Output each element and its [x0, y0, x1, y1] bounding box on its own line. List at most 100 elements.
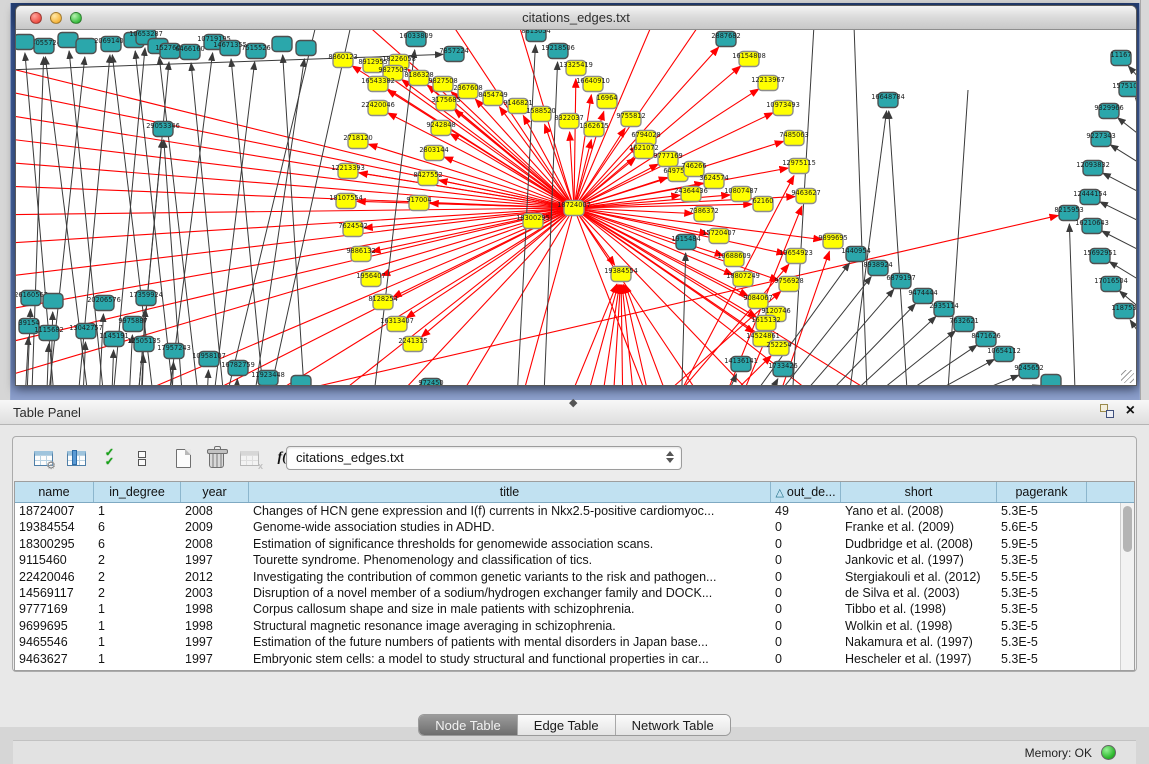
column-header[interactable]: name — [15, 482, 94, 502]
table-cell[interactable]: Yano et al. (2008) — [841, 503, 997, 519]
column-header[interactable]: year — [181, 482, 249, 502]
column-header[interactable]: title — [249, 482, 771, 502]
select-all-columns-icon[interactable]: ✓✓ — [97, 447, 121, 469]
table-row[interactable]: 969969511998Structural magnetic resonanc… — [15, 618, 1120, 634]
table-cell[interactable]: 5.3E-5 — [997, 503, 1087, 519]
table-cell[interactable]: 9699695 — [15, 618, 94, 634]
table-cell[interactable]: 14569117 — [15, 585, 94, 601]
table-row[interactable]: 2242004622012Investigating the contribut… — [15, 569, 1120, 585]
graph-node[interactable] — [296, 41, 316, 56]
table-row[interactable]: 1830029562008Estimation of significance … — [15, 536, 1120, 552]
table-cell[interactable]: 2009 — [181, 519, 249, 535]
table-cell[interactable]: 5.3E-5 — [997, 585, 1087, 601]
table-cell[interactable]: Corpus callosum shape and size in male p… — [249, 601, 771, 617]
delete-trash-icon[interactable] — [204, 447, 228, 469]
table-cell[interactable]: 6 — [94, 519, 181, 535]
graph-node[interactable] — [291, 376, 311, 386]
table-header-row[interactable]: namein_degreeyeartitle△out_de...shortpag… — [15, 482, 1134, 503]
row-options-icon[interactable] — [130, 447, 154, 469]
table-cell[interactable]: 0 — [771, 651, 841, 667]
table-cell[interactable]: 2 — [94, 569, 181, 585]
table-cell[interactable]: 2 — [94, 585, 181, 601]
table-cell[interactable]: Nakamura et al. (1997) — [841, 634, 997, 650]
table-row[interactable]: 911546021997Tourette syndrome. Phenomeno… — [15, 552, 1120, 568]
table-cell[interactable]: 22420046 — [15, 569, 94, 585]
table-cell[interactable]: 1 — [94, 503, 181, 519]
table-cell[interactable]: 0 — [771, 618, 841, 634]
window-titlebar[interactable]: citations_edges.txt — [16, 6, 1136, 30]
table-cell[interactable]: 0 — [771, 585, 841, 601]
table-cell[interactable]: Changes of HCN gene expression and I(f) … — [249, 503, 771, 519]
table-cell[interactable]: Tibbo et al. (1998) — [841, 601, 997, 617]
table-cell[interactable]: 0 — [771, 519, 841, 535]
table-cell[interactable]: 1 — [94, 601, 181, 617]
graph-node[interactable] — [272, 37, 292, 52]
graph-node[interactable] — [43, 294, 63, 309]
table-cell[interactable]: 2008 — [181, 536, 249, 552]
table-cell[interactable]: 9465546 — [15, 634, 94, 650]
table-cell[interactable]: 2008 — [181, 503, 249, 519]
table-cell[interactable]: Embryonic stem cells: a model to study s… — [249, 651, 771, 667]
table-cell[interactable]: Estimation of significance thresholds fo… — [249, 536, 771, 552]
table-cell[interactable]: 1997 — [181, 651, 249, 667]
table-cell[interactable]: 18724007 — [15, 503, 94, 519]
table-cell[interactable]: 0 — [771, 552, 841, 568]
table-cell[interactable]: Franke et al. (2009) — [841, 519, 997, 535]
node-table[interactable]: namein_degreeyeartitle△out_de...shortpag… — [14, 481, 1135, 671]
table-cell[interactable]: 2 — [94, 552, 181, 568]
network-canvas[interactable]: 2405572420691406106532871527602646616010… — [16, 30, 1136, 385]
table-cell[interactable]: 6 — [94, 536, 181, 552]
table-cell[interactable]: 1 — [94, 634, 181, 650]
table-cell[interactable]: 5.3E-5 — [997, 552, 1087, 568]
table-cell[interactable]: 1 — [94, 618, 181, 634]
table-cell[interactable]: Investigating the contribution of common… — [249, 569, 771, 585]
table-body[interactable]: 1872400712008Changes of HCN gene express… — [15, 503, 1120, 670]
table-scrollbar[interactable] — [1120, 503, 1134, 670]
table-row[interactable]: 1872400712008Changes of HCN gene express… — [15, 503, 1120, 519]
table-cell[interactable]: 1998 — [181, 601, 249, 617]
table-scrollbar-thumb[interactable] — [1123, 506, 1132, 552]
resize-grip-icon[interactable] — [1121, 370, 1134, 383]
table-cell[interactable]: 18300295 — [15, 536, 94, 552]
table-cell[interactable]: 1998 — [181, 618, 249, 634]
table-cell[interactable]: 19384554 — [15, 519, 94, 535]
float-window-icon[interactable] — [1100, 404, 1114, 418]
network-table-select[interactable]: citations_edges.txt — [286, 446, 682, 470]
table-cell[interactable]: 9463627 — [15, 651, 94, 667]
table-cell[interactable]: 5.5E-5 — [997, 569, 1087, 585]
table-cell[interactable]: 0 — [771, 634, 841, 650]
table-cell[interactable]: 5.3E-5 — [997, 651, 1087, 667]
tab-node-table[interactable]: Node Table — [419, 715, 518, 735]
tab-edge-table[interactable]: Edge Table — [518, 715, 616, 735]
table-row[interactable]: 1456911722003Disruption of a novel membe… — [15, 585, 1120, 601]
table-cell[interactable]: Hescheler et al. (1997) — [841, 651, 997, 667]
graph-node[interactable] — [16, 35, 34, 50]
table-cell[interactable]: 0 — [771, 569, 841, 585]
network-view-window[interactable]: citations_edges.txt 24055724206914061065… — [15, 5, 1137, 386]
table-cell[interactable]: Estimation of the future numbers of pati… — [249, 634, 771, 650]
table-cell[interactable]: Structural magnetic resonance image aver… — [249, 618, 771, 634]
table-cell[interactable]: de Silva et al. (2003) — [841, 585, 997, 601]
table-cell[interactable]: 49 — [771, 503, 841, 519]
table-cell[interactable]: 5.3E-5 — [997, 634, 1087, 650]
graph-node[interactable] — [58, 33, 78, 48]
table-cell[interactable]: 2012 — [181, 569, 249, 585]
table-mode-icon[interactable]: ⚙ — [31, 447, 55, 469]
table-cell[interactable]: Tourette syndrome. Phenomenology and cla… — [249, 552, 771, 568]
close-panel-icon[interactable]: × — [1126, 404, 1135, 418]
table-cell[interactable]: 0 — [771, 601, 841, 617]
graph-node[interactable] — [76, 39, 96, 54]
table-cell[interactable]: 5.9E-5 — [997, 536, 1087, 552]
table-row[interactable]: 977716911998Corpus callosum shape and si… — [15, 601, 1120, 617]
table-cell[interactable]: 5.3E-5 — [997, 618, 1087, 634]
table-cell[interactable]: Jankovic et al. (1997) — [841, 552, 997, 568]
new-table-icon[interactable] — [171, 447, 195, 469]
table-cell[interactable]: Stergiakouli et al. (2012) — [841, 569, 997, 585]
table-row[interactable]: 1938455462009Genome-wide association stu… — [15, 519, 1120, 535]
table-cell[interactable]: 2003 — [181, 585, 249, 601]
table-row[interactable]: 946554611997Estimation of the future num… — [15, 634, 1120, 650]
table-cell[interactable]: 1 — [94, 651, 181, 667]
table-cell[interactable]: Genome-wide association studies in ADHD. — [249, 519, 771, 535]
graph-node[interactable] — [1041, 375, 1061, 386]
table-cell[interactable]: 1997 — [181, 552, 249, 568]
